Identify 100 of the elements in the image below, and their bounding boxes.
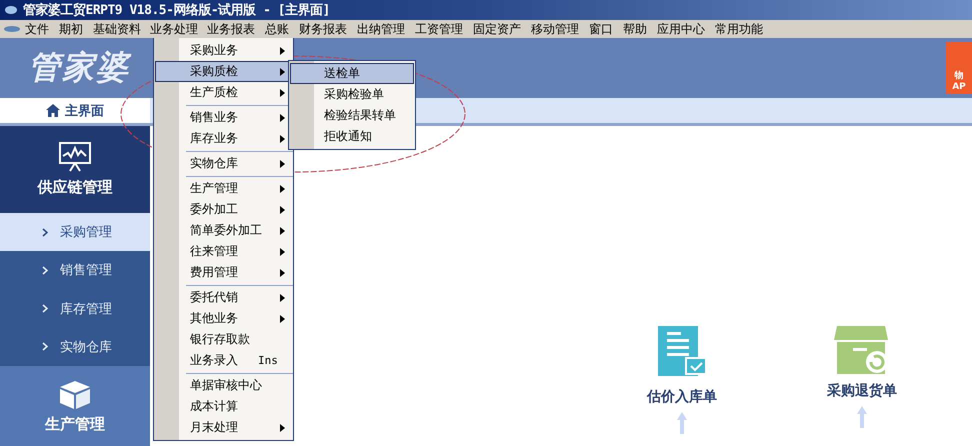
module-header[interactable]: 供应链管理 — [0, 126, 150, 213]
menu-item[interactable]: 期初 — [54, 20, 88, 38]
menu-entry[interactable]: 成本计算 — [155, 396, 292, 417]
entry-label: 采购质检 — [190, 63, 238, 80]
window-title: 管家婆工贸ERPT9 V18.5-网络版-试用版 - [主界面] — [23, 2, 330, 19]
submenu-arrow-icon — [280, 424, 285, 432]
submenu-arrow-icon — [280, 184, 285, 192]
box-icon — [58, 378, 92, 408]
menu-item[interactable]: 固定资产 — [468, 20, 526, 38]
entry-label: 往来管理 — [190, 243, 238, 260]
chevron-icon — [42, 342, 48, 352]
submenu-entry[interactable]: 采购检验单 — [290, 84, 414, 105]
tab-label: 主界面 — [65, 102, 104, 120]
sidebar-item[interactable]: 采购管理 — [0, 213, 150, 252]
menu-entry[interactable]: 费用管理 — [155, 262, 292, 283]
submenu-arrow-icon — [280, 114, 285, 122]
menu-item[interactable]: 出纳管理 — [352, 20, 410, 38]
submenu-arrow-icon — [280, 226, 285, 234]
module-header[interactable]: 生产管理 — [0, 366, 150, 446]
submenu-arrow-icon — [280, 88, 285, 96]
menu-entry[interactable]: 委托代销 — [155, 287, 292, 308]
submenu-arrow-icon — [280, 134, 285, 142]
menu-item[interactable]: 应用中心 — [652, 20, 710, 38]
entry-label: 生产管理 — [190, 180, 238, 197]
submenu-arrow-icon — [280, 294, 285, 302]
menu-item[interactable]: 基础资料 — [88, 20, 146, 38]
menu-item[interactable]: 文件 — [20, 20, 54, 38]
menu-entry[interactable]: 往来管理 — [155, 241, 292, 262]
submenu-arrow-icon — [280, 206, 285, 214]
submenu-arrow-icon — [280, 268, 285, 276]
menu-entry[interactable]: 业务录入 Ins — [155, 350, 292, 371]
sidebar-label: 销售管理 — [60, 262, 112, 280]
submenu-arrow-icon — [280, 160, 285, 168]
menu-entry[interactable]: 实物仓库 — [155, 153, 292, 174]
entry-label: 采购业务 — [190, 42, 238, 59]
menu-entry[interactable]: 委外加工 — [155, 199, 292, 220]
menu-app-icon — [4, 25, 20, 33]
menu-item[interactable]: 总账 — [260, 20, 294, 38]
entry-label: 成本计算 — [190, 398, 238, 415]
box-return-icon — [833, 326, 891, 376]
sidebar-item[interactable]: 库存管理 — [0, 290, 150, 328]
entry-label: 业务录入 — [190, 352, 238, 369]
entry-label: 库存业务 — [190, 130, 238, 147]
sidebar-item[interactable]: 实物仓库 — [0, 328, 150, 366]
menu-item[interactable]: 移动管理 — [526, 20, 584, 38]
submenu-entry[interactable]: 检验结果转单 — [290, 105, 414, 126]
entry-label: 委外加工 — [190, 201, 238, 218]
badge-text: AP — [952, 82, 966, 92]
menu-item[interactable]: 财务报表 — [294, 20, 352, 38]
monitor-chart-icon — [59, 142, 91, 172]
up-arrow-icon — [857, 406, 867, 428]
entry-label: 实物仓库 — [190, 155, 238, 172]
home-icon — [46, 104, 60, 117]
sidebar-label: 采购管理 — [60, 224, 112, 242]
flow-label[interactable]: 采购退货单 — [827, 382, 897, 400]
menu-item[interactable]: 工资管理 — [410, 20, 468, 38]
entry-label: 简单委外加工 — [190, 222, 262, 239]
menu-item[interactable]: 业务报表 — [202, 20, 260, 38]
badge-text: 物 — [954, 71, 964, 81]
module-label: 供应链管理 — [38, 178, 112, 197]
submenu-arrow-icon — [280, 46, 285, 54]
menu-item[interactable]: 常用功能 — [710, 20, 768, 38]
entry-label: 其他业务 — [190, 310, 238, 327]
chevron-icon — [42, 266, 48, 275]
up-arrow-icon — [677, 412, 687, 434]
menu-entry[interactable]: 单据审核中心 — [155, 375, 292, 396]
menu-entry[interactable]: 生产管理 — [155, 178, 292, 199]
entry-label: 费用管理 — [190, 264, 238, 281]
entry-label: 银行存取款 — [190, 331, 250, 348]
home-tab[interactable]: 主界面 — [0, 98, 150, 123]
flow-label[interactable]: 估价入库单 — [647, 388, 717, 406]
sidebar-label: 实物仓库 — [60, 338, 112, 356]
menu-entry[interactable]: 生产质检 — [155, 82, 292, 103]
menu-entry[interactable]: 库存业务 — [155, 128, 292, 149]
menu-entry[interactable]: 简单委外加工 — [155, 220, 292, 241]
menu-item[interactable]: 帮助 — [618, 20, 652, 38]
menu-entry[interactable]: 其他业务 — [155, 308, 292, 329]
submenu-arrow-icon — [280, 68, 285, 76]
sidebar-label: 库存管理 — [60, 300, 112, 318]
entry-label: 单据审核中心 — [190, 377, 262, 394]
logo: 管家婆 — [28, 47, 130, 88]
menu-entry[interactable]: 采购业务 — [155, 40, 292, 61]
app-icon — [5, 6, 17, 14]
menu-entry[interactable]: 银行存取款 — [155, 329, 292, 350]
chevron-icon — [42, 304, 48, 314]
menu-entry[interactable]: 销售业务 — [155, 107, 292, 128]
menu-item[interactable]: 窗口 — [584, 20, 618, 38]
menu-entry[interactable]: 月末处理 — [155, 417, 292, 438]
submenu-entry[interactable]: 拒收通知 — [290, 126, 414, 147]
entry-label: 销售业务 — [190, 109, 238, 126]
menu-item[interactable]: 业务处理 — [146, 21, 202, 37]
shortcut-key: Ins — [258, 354, 278, 367]
submenu-arrow-icon — [280, 248, 285, 256]
submenu-arrow-icon — [280, 314, 285, 322]
module-label: 生产管理 — [45, 414, 105, 434]
submenu-entry[interactable]: 送检单 — [290, 63, 414, 84]
chevron-icon — [42, 228, 48, 237]
entry-label: 生产质检 — [190, 84, 238, 101]
entry-label: 月末处理 — [190, 419, 238, 436]
sidebar-item[interactable]: 销售管理 — [0, 251, 150, 290]
